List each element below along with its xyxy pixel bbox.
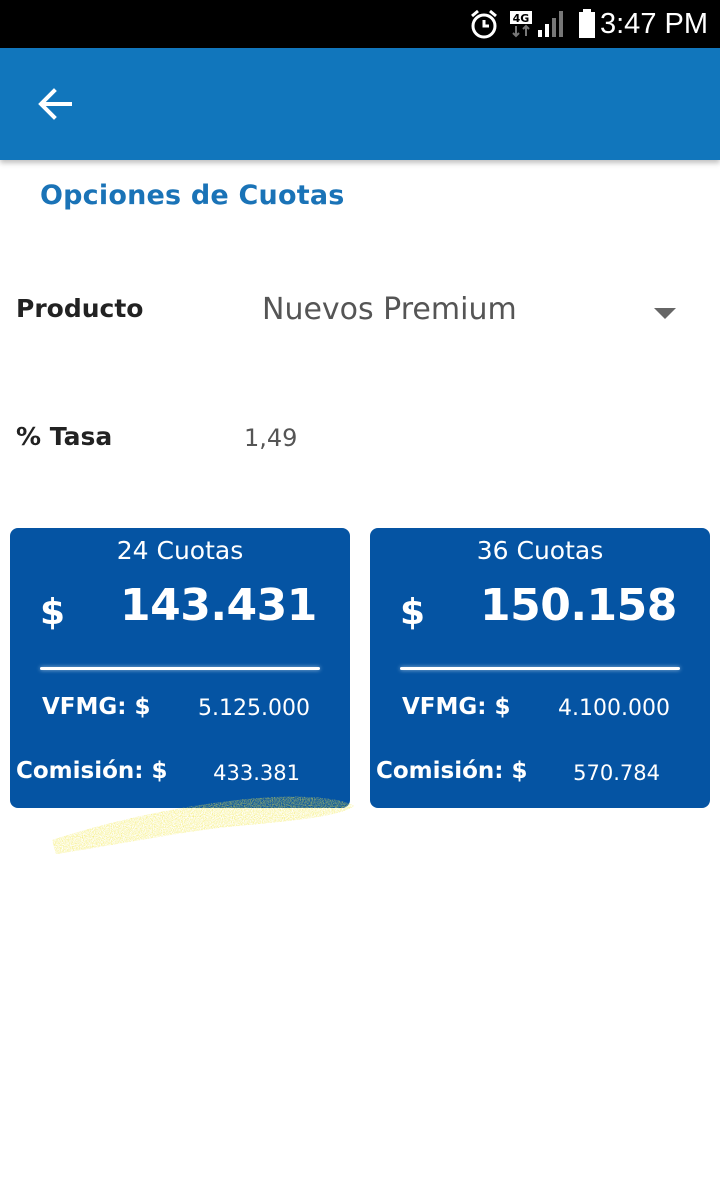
rate-label: % Tasa [16,422,113,451]
card-vfmg-value: 4.100.000 [558,696,670,721]
rate-value: 1,49 [244,424,298,452]
card-comision-label: Comisión: $ [376,758,528,784]
alarm-icon [471,9,497,39]
card-vfmg-label: VFMG: $ [402,694,511,720]
card-cuotas: 24 Cuotas [116,536,244,565]
card-divider [400,667,680,670]
app-bar [0,48,720,160]
product-label: Producto [16,294,144,323]
back-button[interactable] [28,80,84,128]
installment-card-36[interactable]: 36 Cuotas $ 150.158 VFMG: $ 4.100.000 Co… [370,528,710,808]
card-vfmg-value: 5.125.000 [198,696,310,721]
page-title: Opciones de Cuotas [40,180,345,211]
arrow-left-icon [38,88,72,120]
card-comision-label: Comisión: $ [16,758,168,784]
battery-icon [579,9,595,38]
card-cuotas: 36 Cuotas [476,536,604,565]
installment-card-24[interactable]: 24 Cuotas $ 143.431 VFMG: $ 5.125.000 Co… [10,528,350,808]
card-vfmg-label: VFMG: $ [42,694,151,720]
product-select-value: Nuevos Premium [262,292,517,327]
card-divider [40,667,320,670]
product-select[interactable]: Nuevos Premium [240,280,700,344]
status-time: 3:47 PM [600,8,708,40]
status-bar: 4G 3:47 PM [0,0,720,48]
network-4g-icon: 4G [510,11,532,38]
card-currency: $ [400,592,426,633]
card-comision-value: 570.784 [573,761,660,785]
signal-icon [538,11,563,37]
card-amount: 143.431 [120,580,317,631]
card-amount: 150.158 [480,580,677,631]
card-currency: $ [40,592,66,633]
svg-text:4G: 4G [513,12,530,25]
dropdown-caret-icon [654,308,676,319]
card-comision-value: 433.381 [213,761,300,785]
